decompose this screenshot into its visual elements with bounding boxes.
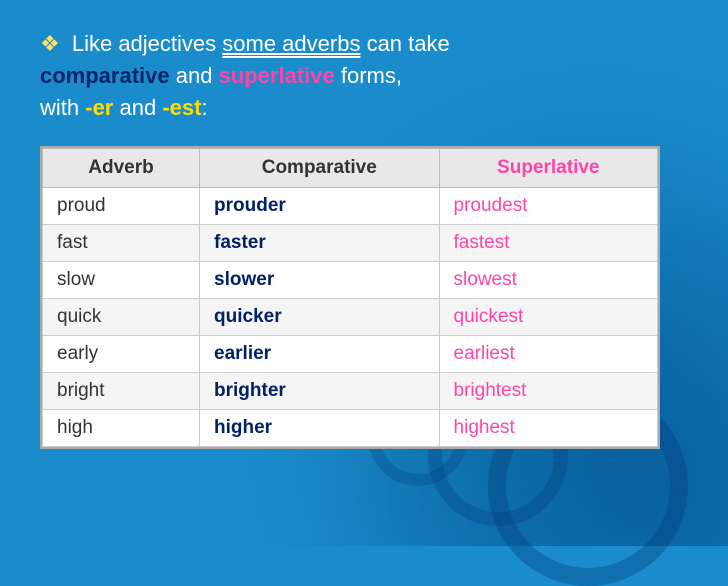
cell-row4-col1: earlier [200,335,440,372]
intro-text-after: can take [360,31,449,56]
table-row: proudprouderproudest [43,187,658,224]
cell-row3-col1: quicker [200,298,440,335]
cell-row0-col0: proud [43,187,200,224]
cell-row4-col0: early [43,335,200,372]
header-adverb: Adverb [43,148,200,187]
cell-row6-col2: highest [439,409,657,446]
table-row: earlyearlierearliest [43,335,658,372]
line3-mid: and [113,95,162,120]
cell-row6-col1: higher [200,409,440,446]
header-comparative: Comparative [200,148,440,187]
some-adverbs-text: some adverbs [222,31,360,56]
cell-row5-col1: brighter [200,372,440,409]
cell-row5-col0: bright [43,372,200,409]
intro-text-before: Like adjectives [66,31,223,56]
superlative-label: superlative [219,63,335,88]
table-row: brightbrighterbrightest [43,372,658,409]
table-row: highhigherhighest [43,409,658,446]
adverbs-table: Adverb Comparative Superlative proudprou… [42,148,658,447]
line3-before: with [40,95,85,120]
table-row: slowslowerslowest [43,261,658,298]
line2-mid: and [170,63,219,88]
table-row: quickquickerquickest [43,298,658,335]
cell-row3-col2: quickest [439,298,657,335]
adverbs-table-wrapper: Adverb Comparative Superlative proudprou… [40,146,660,449]
cell-row1-col2: fastest [439,224,657,261]
table-header-row: Adverb Comparative Superlative [43,148,658,187]
cell-row1-col1: faster [200,224,440,261]
cell-row0-col1: prouder [200,187,440,224]
cell-row0-col2: proudest [439,187,657,224]
cell-row2-col1: slower [200,261,440,298]
bullet-icon: ❖ [40,31,60,56]
comparative-label: comparative [40,63,170,88]
cell-row5-col2: brightest [439,372,657,409]
line2-after: forms, [335,63,402,88]
er-suffix: -er [85,95,113,120]
cell-row6-col0: high [43,409,200,446]
intro-paragraph: ❖ Like adjectives some adverbs can take … [40,28,688,124]
cell-row1-col0: fast [43,224,200,261]
cell-row3-col0: quick [43,298,200,335]
est-suffix: -est [162,95,201,120]
line3-after: : [201,95,207,120]
cell-row2-col2: slowest [439,261,657,298]
main-content: ❖ Like adjectives some adverbs can take … [0,0,728,469]
table-row: fastfasterfastest [43,224,658,261]
cell-row4-col2: earliest [439,335,657,372]
cell-row2-col0: slow [43,261,200,298]
header-superlative: Superlative [439,148,657,187]
